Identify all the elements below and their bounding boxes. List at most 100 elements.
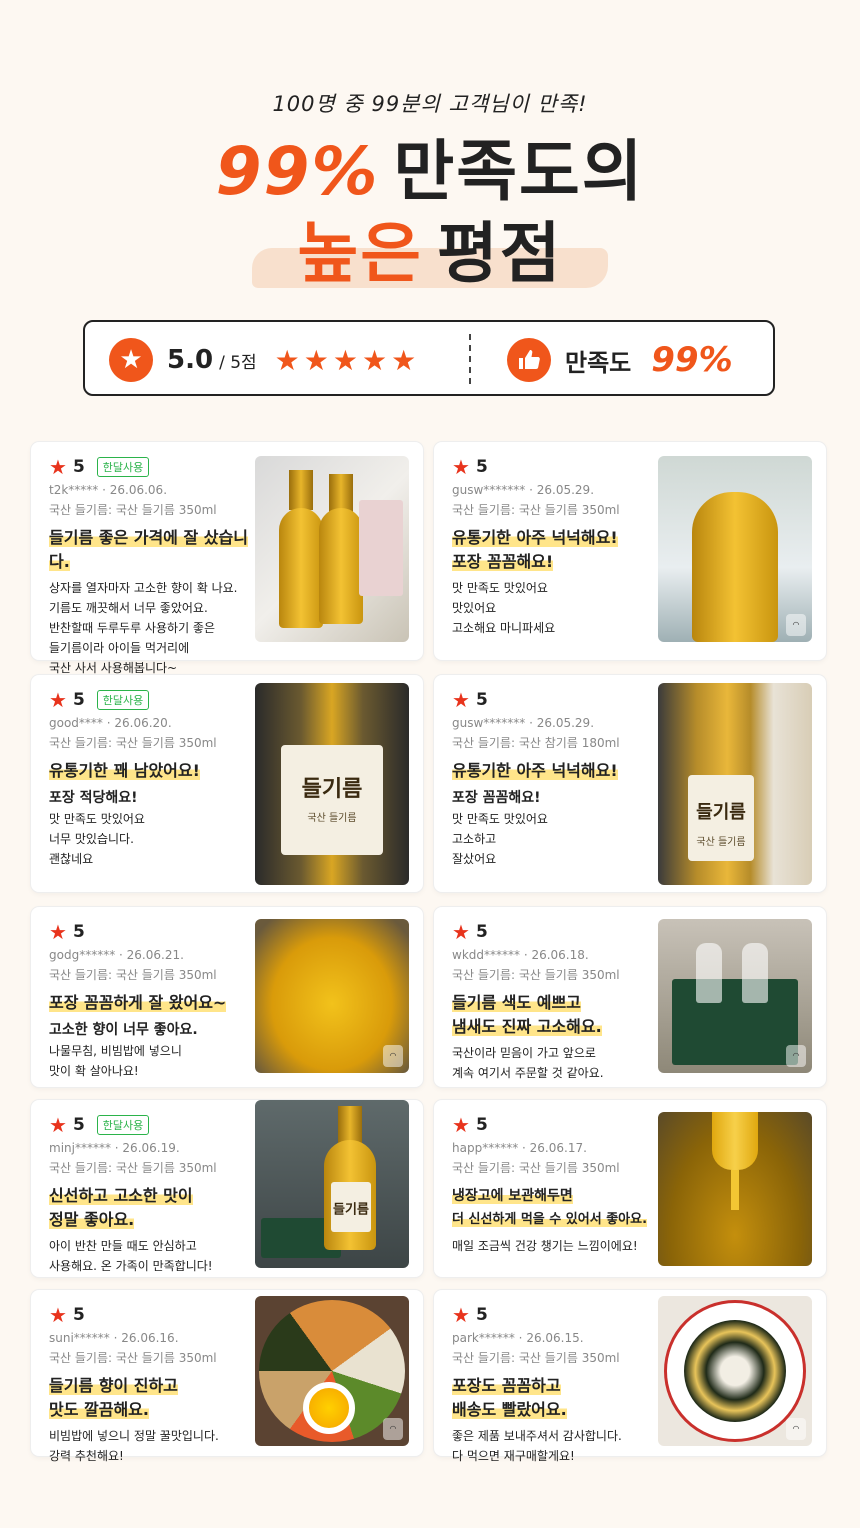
review-body: 아이 반찬 만들 때도 안심하고 사용해요. 온 가족이 만족합니다!: [49, 1239, 213, 1273]
review-card[interactable]: ★ 5 한달사용 t2k***** · 26.06.06. 국산 들기름: 국산 들…: [31, 442, 423, 675]
review-body: 상자를 열자마자 고소한 향이 확 나요. 기름도 깨끗해서 너무 좋았어요. 반찬…: [49, 581, 238, 675]
review-text: ★ 5 happ****** · 26.06.17. 국산 들기름: 국산 들기름…: [452, 1113, 682, 1256]
review-score: 5: [475, 1305, 488, 1325]
hero-title-percent: 99%: [215, 133, 380, 210]
review-text: ★ 5 gusw******* · 26.05.29. 국산 들기름: 국산 들기…: [452, 455, 660, 638]
review-user: good****: [49, 716, 103, 730]
review-body: 매일 조금씩 건강 챙기는 느낌이에요!: [452, 1239, 638, 1253]
review-body: 좋은 제품 보내주셔서 감사합니다. 다 먹으면 재구매할게요!: [452, 1429, 622, 1463]
bibimbap-photo[interactable]: ◠: [255, 1296, 409, 1446]
star-icon: ★: [452, 920, 470, 944]
perilla-oil-bottle-with-bag-photo[interactable]: 들기름 국산 들기름: [658, 683, 812, 885]
review-text: ★ 5 godg****** · 26.06.21. 국산 들기름: 국산 들기름…: [49, 920, 257, 1081]
review-headline: 들기름 향이 진하고 맛도 깔끔해요.: [49, 1376, 178, 1419]
review-score: 5: [72, 922, 85, 942]
review-headline: 냉장고에 보관해두면 더 신선하게 먹을 수 있어서 좋아요.: [452, 1188, 648, 1227]
review-card[interactable]: ★ 5 gusw******* · 26.05.29. 국산 들기름: 국산 들기…: [434, 442, 826, 660]
review-meta: minj****** · 26.06.19.: [49, 1141, 180, 1155]
review-product: 국산 들기름: 국산 들기름 350ml: [49, 503, 217, 517]
review-user: gusw*******: [452, 483, 526, 497]
review-user: t2k*****: [49, 483, 99, 497]
review-card[interactable]: ★ 5 park****** · 26.06.15. 국산 들기름: 국산 들기름…: [434, 1290, 826, 1463]
review-date: 26.06.19.: [122, 1141, 180, 1155]
review-card[interactable]: ★ 5 godg****** · 26.06.21. 국산 들기름: 국산 들기름…: [31, 907, 423, 1087]
review-card[interactable]: ★ 5 happ****** · 26.06.17. 국산 들기름: 국산 들기름…: [434, 1100, 826, 1277]
review-text: ★ 5 한달사용 minj****** · 26.06.19. 국산 들기름: 국산…: [49, 1113, 257, 1276]
review-body: 국산이라 믿음이 가고 앞으로 계속 여기서 주문할 것 같아요.: [452, 1046, 604, 1080]
review-score: 5: [475, 922, 488, 942]
review-headline: 신선하고 고소한 맛이 정말 좋아요.: [49, 1186, 193, 1229]
satisfaction-value: 99%: [651, 340, 733, 380]
rating-summary: ★ 5.0 / 5점 ★★★★★: [109, 338, 420, 382]
review-meta: good**** · 26.06.20.: [49, 716, 172, 730]
review-product: 국산 들기름: 국산 들기름 350ml: [452, 503, 620, 517]
review-text: ★ 5 park****** · 26.06.15. 국산 들기름: 국산 들기름…: [452, 1303, 660, 1466]
watermark-icon: ◠: [786, 614, 806, 636]
review-score: 5: [72, 457, 85, 477]
star-icon: ★: [109, 338, 153, 382]
review-date: 26.06.16.: [121, 1331, 179, 1345]
star-icon: ★: [49, 1113, 67, 1137]
watermark-icon: ◠: [383, 1418, 403, 1440]
rating-max: / 5점: [219, 352, 257, 373]
review-card[interactable]: ★ 5 한달사용 minj****** · 26.06.19. 국산 들기름: 국산…: [31, 1100, 423, 1277]
bottle-in-fridge-photo[interactable]: ◠: [658, 456, 812, 642]
hero-title-highlight: 높은: [297, 215, 423, 292]
bottle-label-text: 들기름: [333, 1202, 369, 1218]
review-headline: 들기름 색도 예쁘고 냄새도 진짜 고소해요.: [452, 993, 602, 1036]
review-badge: 한달사용: [96, 1115, 150, 1135]
thumbs-up-icon: [507, 338, 551, 382]
review-meta: t2k***** · 26.06.06.: [49, 483, 168, 497]
review-body: 고소한 향이 너무 좋아요. 나물무침, 비빔밥에 넣으니 맛이 확 살아나요!: [49, 1022, 198, 1078]
star-icon: ★: [49, 1303, 67, 1327]
bottle-on-table-photo[interactable]: 들기름: [255, 1100, 409, 1268]
star-icon: ★: [49, 688, 67, 712]
star-icon: ★: [452, 1113, 470, 1137]
review-product: 국산 들기름: 국산 들기름 350ml: [452, 1161, 620, 1175]
review-date: 26.05.29.: [536, 483, 595, 497]
rating-score: 5.0: [167, 345, 214, 375]
review-user: minj******: [49, 1141, 111, 1155]
bottle-label-subtext: 국산 들기름: [696, 837, 746, 848]
star-icon: ★: [49, 455, 67, 479]
gift-box-photo[interactable]: ◠: [658, 919, 812, 1073]
review-meta: gusw******* · 26.05.29.: [452, 483, 595, 497]
review-headline: 포장도 꼼꼼하고 배송도 빨랐어요.: [452, 1376, 567, 1419]
perilla-oil-bottle-label-photo[interactable]: 들기름 국산 들기름: [255, 683, 409, 885]
review-headline: 포장 꼼꼼하게 잘 왔어요~: [49, 993, 227, 1012]
watermark-icon: ◠: [786, 1045, 806, 1067]
bottle-label-subtext: 국산 들기름: [307, 813, 357, 824]
oil-bottles-in-packaging-photo[interactable]: [255, 456, 409, 642]
review-score: 5: [475, 690, 488, 710]
review-headline: 유통기한 아주 넉넉해요! 포장 꼼꼼해요!: [452, 528, 618, 571]
hero-subhead: 100명 중 99분의 고객님이 만족!: [272, 92, 588, 116]
review-meta: happ****** · 26.06.17.: [452, 1141, 587, 1155]
bottle-closeup-photo[interactable]: ◠: [255, 919, 409, 1073]
hero-title-line2: 높은 평점: [0, 214, 860, 294]
bottle-label-text: 들기름: [301, 777, 363, 802]
oil-pouring-photo[interactable]: [658, 1112, 812, 1266]
review-meta: wkdd****** · 26.06.18.: [452, 948, 589, 962]
rice-with-seaweed-photo[interactable]: ◠: [658, 1296, 812, 1446]
review-body: 비빔밥에 넣으니 정말 꿀맛입니다. 강력 추천해요!: [49, 1429, 219, 1463]
hero-title-rest: 만족도의: [393, 133, 645, 210]
review-card[interactable]: ★ 5 suni****** · 26.06.16. 국산 들기름: 국산 들기름…: [31, 1290, 423, 1463]
review-meta: park****** · 26.06.15.: [452, 1331, 584, 1345]
review-meta: gusw******* · 26.05.29.: [452, 716, 595, 730]
review-body: 맛 만족도 맛있어요 맛있어요 고소해요 마니파세요: [452, 581, 556, 635]
review-card[interactable]: ★ 5 wkdd****** · 26.06.18. 국산 들기름: 국산 들기름…: [434, 907, 826, 1087]
star-icon: ★: [452, 1303, 470, 1327]
review-date: 26.05.29.: [536, 716, 595, 730]
review-user: suni******: [49, 1331, 110, 1345]
review-badge: 한달사용: [96, 690, 150, 710]
review-date: 26.06.18.: [531, 948, 589, 962]
review-text: ★ 5 suni****** · 26.06.16. 국산 들기름: 국산 들기름…: [49, 1303, 257, 1466]
review-card[interactable]: ★ 5 한달사용 good**** · 26.06.20. 국산 들기름: 국산 들…: [31, 675, 423, 892]
review-product: 국산 들기름: 국산 참기름 180ml: [452, 736, 620, 750]
rating-stars: ★★★★★: [274, 343, 421, 377]
review-date: 26.06.20.: [114, 716, 172, 730]
review-card[interactable]: ★ 5 gusw******* · 26.05.29. 국산 들기름: 국산 참기…: [434, 675, 826, 892]
review-user: happ******: [452, 1141, 519, 1155]
summary-divider: [469, 334, 471, 384]
bottle-label-text: 들기름: [696, 802, 746, 823]
